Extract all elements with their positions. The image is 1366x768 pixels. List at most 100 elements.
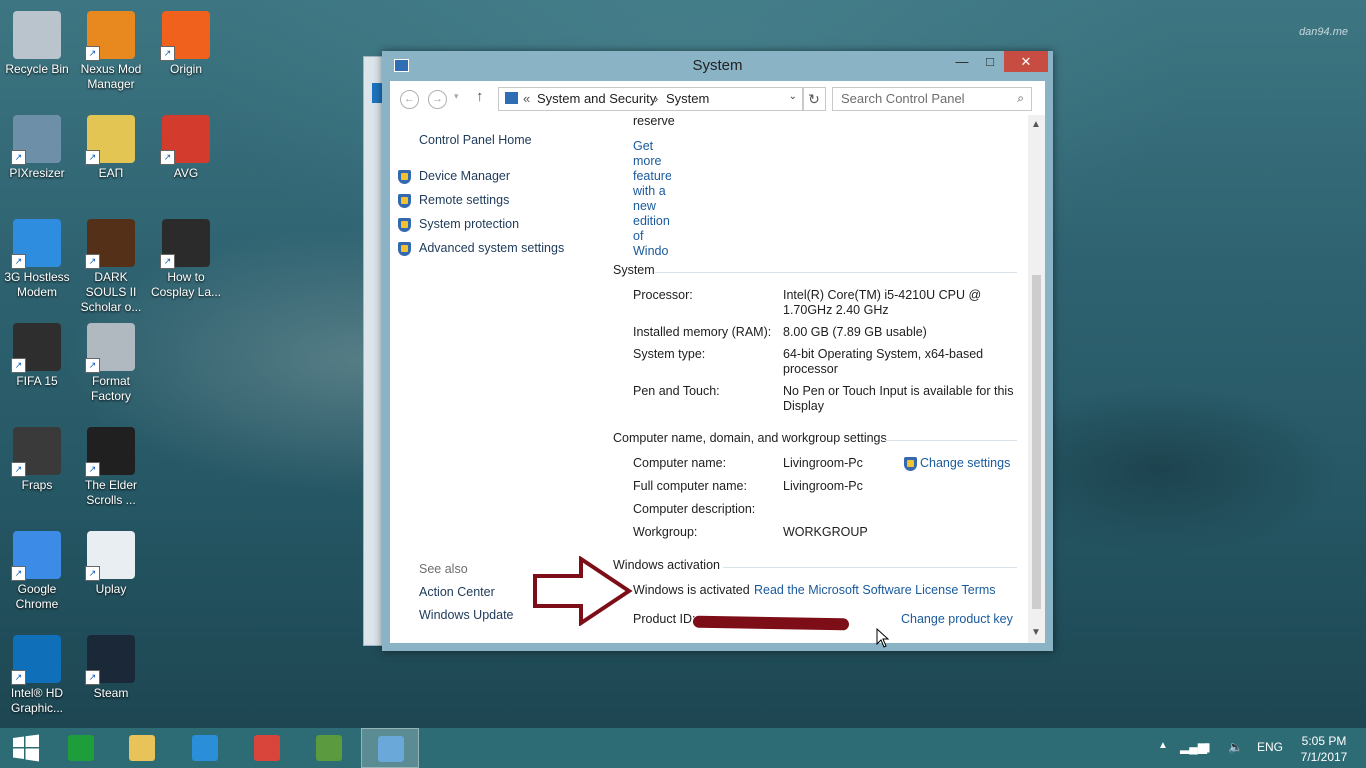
desktop-icon[interactable]: ↗ DARK SOULS II Scholar o... bbox=[74, 213, 148, 315]
upgrade-link-line[interactable]: Get bbox=[633, 139, 671, 154]
workgroup-label: Workgroup: bbox=[633, 525, 698, 539]
desktop-background: dan94.me Recycle Bin ↗ Nexus Mod Manager ↗ O… bbox=[0, 0, 1366, 728]
desktop-icon[interactable]: ↗ Google Chrome bbox=[0, 525, 74, 612]
system-protection-link[interactable]: System protection bbox=[419, 217, 519, 231]
desktop-icon-label: Nexus Mod Manager bbox=[80, 62, 142, 91]
desktop-icon-image: ↗ bbox=[85, 427, 135, 477]
control-panel-home-link[interactable]: Control Panel Home bbox=[419, 133, 532, 147]
memory-value: 8.00 GB (7.89 GB usable) bbox=[783, 325, 927, 339]
processor-value: Intel(R) Core(TM) i5-4210U CPU @ 1.70GHz… bbox=[783, 288, 982, 317]
taskbar-avg-button[interactable] bbox=[300, 728, 358, 768]
address-dropdown-icon[interactable]: ⌄ bbox=[789, 91, 797, 102]
upgrade-link-line[interactable]: new bbox=[633, 199, 671, 214]
desktop-icon-image: ↗ bbox=[11, 115, 61, 165]
desktop-icon[interactable]: ↗ Fraps bbox=[0, 421, 74, 493]
shortcut-arrow-icon: ↗ bbox=[85, 358, 100, 373]
upgrade-link-line[interactable]: with a bbox=[633, 184, 671, 199]
refresh-icon[interactable]: ↻ bbox=[802, 87, 826, 111]
address-bar[interactable]: « System and Security › System ⌄ bbox=[498, 87, 804, 111]
windows-update-link[interactable]: Windows Update bbox=[419, 608, 514, 622]
close-button[interactable]: ✕ bbox=[1004, 51, 1048, 72]
scrollbar-thumb[interactable] bbox=[1032, 275, 1041, 609]
device-manager-link[interactable]: Device Manager bbox=[419, 169, 510, 183]
taskbar-file-explorer-button[interactable] bbox=[113, 728, 171, 768]
upgrade-link-line[interactable]: feature bbox=[633, 169, 671, 184]
chrome-icon bbox=[254, 735, 280, 761]
back-button[interactable]: ← bbox=[400, 90, 419, 109]
show-hidden-icons-chevron-icon[interactable]: ▲ bbox=[1158, 740, 1168, 751]
advanced-system-settings-link[interactable]: Advanced system settings bbox=[419, 241, 564, 255]
battery-icon[interactable]: ▮ bbox=[1204, 740, 1211, 754]
shield-icon bbox=[398, 218, 411, 232]
volume-icon[interactable]: 🔈 bbox=[1228, 740, 1243, 754]
shield-icon bbox=[904, 457, 917, 471]
change-settings-link[interactable]: Change settings bbox=[920, 456, 1010, 470]
shortcut-arrow-icon: ↗ bbox=[11, 670, 26, 685]
desktop-icon[interactable]: ↗ Format Factory bbox=[74, 317, 148, 404]
start-button[interactable] bbox=[0, 728, 58, 768]
breadcrumb-system[interactable]: System bbox=[666, 91, 709, 106]
desktop-icon-label: ΕΑΠ bbox=[98, 166, 124, 180]
desktop-icon[interactable]: ↗ Nexus Mod Manager bbox=[74, 5, 148, 92]
desktop-icon-label: PIXresizer bbox=[9, 166, 65, 180]
desktop-icon[interactable]: ↗ 3G Hostless Modem bbox=[0, 213, 74, 300]
scroll-up-icon[interactable]: ▲ bbox=[1031, 119, 1041, 130]
taskbar-chrome-button[interactable] bbox=[238, 728, 296, 768]
shortcut-arrow-icon: ↗ bbox=[85, 566, 100, 581]
desktop-icon[interactable]: ↗ ΕΑΠ bbox=[74, 109, 148, 181]
wallpaper-watermark: dan94.me bbox=[1299, 26, 1348, 38]
desktop-icon-image: ↗ bbox=[11, 531, 61, 581]
title-bar[interactable]: System — □ ✕ bbox=[382, 51, 1053, 81]
language-indicator[interactable]: ENG bbox=[1257, 740, 1283, 754]
desktop-icon-label: FIFA 15 bbox=[16, 374, 58, 388]
desktop-icon-image: ↗ bbox=[11, 219, 61, 269]
desktop-icon[interactable]: Recycle Bin bbox=[0, 5, 74, 77]
search-icon[interactable]: ⌕ bbox=[1017, 91, 1024, 106]
computer-description-label: Computer description: bbox=[633, 502, 756, 516]
search-input[interactable]: Search Control Panel ⌕ bbox=[832, 87, 1032, 111]
upgrade-edition-link[interactable]: Get more feature with a new edition of Windo bbox=[633, 139, 671, 259]
activation-status: Windows is activated bbox=[633, 583, 750, 597]
breadcrumb-overflow[interactable]: « bbox=[523, 91, 530, 106]
full-computer-name-label: Full computer name: bbox=[633, 479, 747, 493]
remote-settings-link[interactable]: Remote settings bbox=[419, 193, 509, 207]
desktop-icon[interactable]: ↗ PIXresizer bbox=[0, 109, 74, 181]
desktop-icon[interactable]: ↗ Uplay bbox=[74, 525, 148, 597]
desktop-icon-image: ↗ bbox=[160, 219, 210, 269]
vertical-scrollbar[interactable]: ▲ ▼ bbox=[1028, 115, 1045, 643]
desktop-icon[interactable]: ↗ FIFA 15 bbox=[0, 317, 74, 389]
control-panel-icon bbox=[378, 736, 404, 762]
up-arrow-icon[interactable]: ↑ bbox=[476, 88, 484, 105]
license-terms-link[interactable]: Read the Microsoft Software License Term… bbox=[754, 583, 996, 597]
desktop-icon[interactable]: ↗ The Elder Scrolls ... bbox=[74, 421, 148, 508]
shortcut-arrow-icon: ↗ bbox=[11, 566, 26, 581]
desktop-icon[interactable]: ↗ Intel® HD Graphic... bbox=[0, 629, 74, 716]
desktop-icon[interactable]: ↗ How to Cosplay La... bbox=[149, 213, 223, 300]
taskbar-control-panel-button[interactable] bbox=[361, 728, 419, 768]
desktop-icon-label: Format Factory bbox=[90, 374, 131, 403]
action-center-link[interactable]: Action Center bbox=[419, 585, 495, 599]
signal-strength-icon[interactable]: ▂▄▆ bbox=[1180, 740, 1207, 754]
desktop-icon[interactable]: ↗ Steam bbox=[74, 629, 148, 701]
desktop-icon[interactable]: ↗ AVG bbox=[149, 109, 223, 181]
upgrade-link-line[interactable]: Windo bbox=[633, 244, 671, 259]
system-clock[interactable]: 5:05 PM 7/1/2017 bbox=[1298, 733, 1350, 765]
shield-icon bbox=[398, 242, 411, 256]
change-product-key-link[interactable]: Change product key bbox=[901, 612, 1013, 626]
maximize-button[interactable]: □ bbox=[976, 51, 1004, 72]
upgrade-link-line[interactable]: edition bbox=[633, 214, 671, 229]
desktop-icon-image: ↗ bbox=[85, 11, 135, 61]
forward-button[interactable]: → bbox=[428, 90, 447, 109]
recent-locations-chevron-icon[interactable]: ▾ bbox=[454, 91, 459, 102]
section-divider bbox=[885, 440, 1017, 441]
taskbar-internet-explorer-button[interactable] bbox=[176, 728, 234, 768]
computer-name-section-heading: Computer name, domain, and workgroup set… bbox=[613, 431, 887, 445]
desktop-icon[interactable]: ↗ Origin bbox=[149, 5, 223, 77]
breadcrumb-system-and-security[interactable]: System and Security bbox=[537, 91, 656, 106]
taskbar-store-button[interactable] bbox=[52, 728, 110, 768]
upgrade-link-line[interactable]: of bbox=[633, 229, 671, 244]
scroll-down-icon[interactable]: ▼ bbox=[1031, 627, 1041, 638]
minimize-button[interactable]: — bbox=[948, 51, 976, 72]
upgrade-link-line[interactable]: more bbox=[633, 154, 671, 169]
shortcut-arrow-icon: ↗ bbox=[85, 670, 100, 685]
